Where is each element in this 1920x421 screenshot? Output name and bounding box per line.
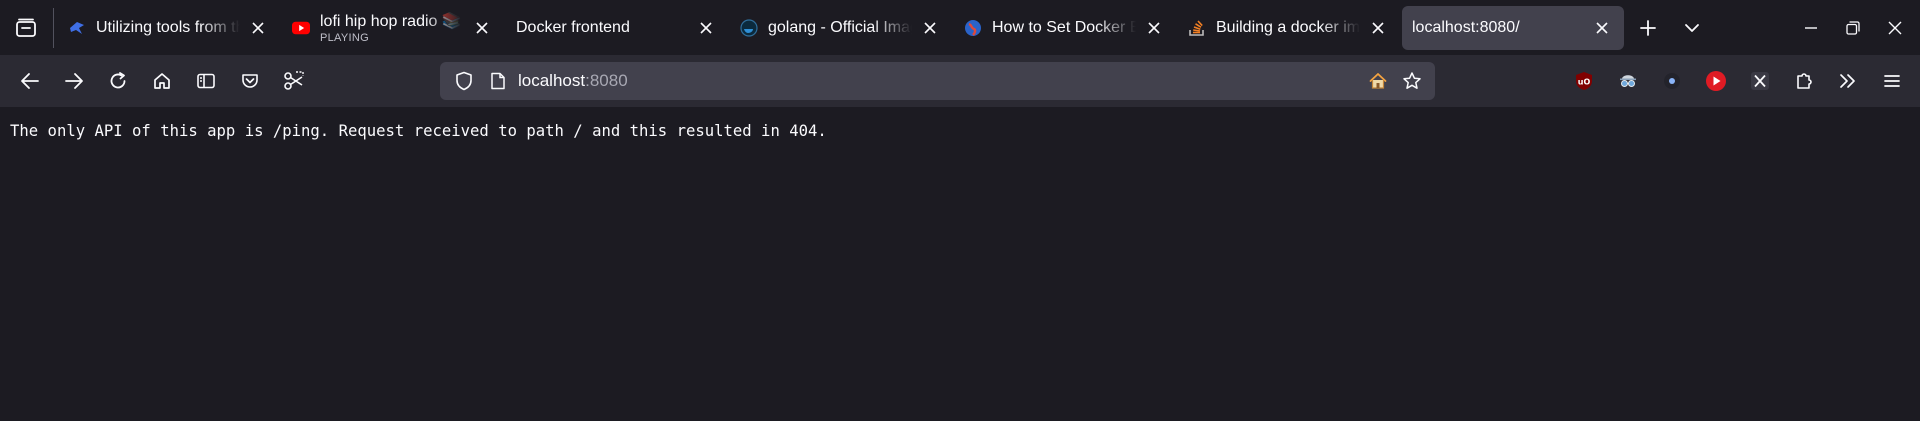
globe-favicon-icon (964, 19, 982, 37)
red-play-icon (1706, 71, 1726, 91)
close-icon (700, 21, 712, 34)
dot-icon (1664, 73, 1680, 89)
star-icon (1403, 72, 1421, 89)
close-icon (252, 21, 264, 34)
close-window-button[interactable] (1876, 8, 1914, 48)
video-player-extension-button[interactable] (1694, 61, 1738, 101)
pocket-button[interactable] (228, 61, 272, 101)
hamburger-menu-icon (1884, 75, 1900, 87)
ublock-origin-button[interactable]: uO (1562, 61, 1606, 101)
back-arrow-icon (21, 73, 39, 89)
tracking-protection-button[interactable] (444, 71, 484, 91)
tab-lofi-radio[interactable]: lofi hip hop radio 📚 - PLAYING (282, 6, 504, 50)
close-tab-button[interactable] (918, 16, 942, 40)
ublock-icon: uO (1576, 72, 1592, 90)
spy-glasses-icon (1620, 75, 1636, 87)
app-menu-button[interactable] (1870, 61, 1914, 101)
page-icon (491, 72, 505, 90)
url-text[interactable]: localhost:8080 (518, 71, 628, 91)
close-tab-button[interactable] (1590, 16, 1614, 40)
back-button[interactable] (8, 61, 52, 101)
shield-icon (456, 71, 472, 91)
home-colored-icon (1369, 73, 1387, 89)
window-controls (1788, 0, 1920, 55)
forward-arrow-icon (65, 73, 83, 89)
x-extension-button[interactable] (1738, 61, 1782, 101)
tab-golang-image[interactable]: golang - Official Image (730, 6, 952, 50)
url-port: :8080 (585, 71, 628, 90)
firefox-view-button[interactable] (1, 6, 51, 50)
scissors-icon (284, 71, 304, 90)
more-tools-button[interactable] (1826, 61, 1870, 101)
tab-docker-env[interactable]: How to Set Docker Env (954, 6, 1176, 50)
close-tab-button[interactable] (694, 16, 718, 40)
home-button[interactable] (140, 61, 184, 101)
bookmark-star-button[interactable] (1395, 71, 1429, 91)
tab-strip: Utilizing tools from the lofi hip hop ra… (0, 0, 1920, 55)
tab-title: localhost:8080/ (1412, 18, 1520, 36)
close-tab-button[interactable] (470, 16, 494, 40)
browser-window: Utilizing tools from the lofi hip hop ra… (0, 0, 1920, 421)
firefox-view-icon (16, 18, 36, 37)
close-icon (1372, 21, 1384, 34)
close-icon (1888, 21, 1902, 34)
minimize-button[interactable] (1792, 8, 1830, 48)
close-tab-button[interactable] (1366, 16, 1390, 40)
plus-icon (1640, 19, 1656, 36)
pocket-icon (242, 74, 258, 88)
sidebar-button[interactable] (184, 61, 228, 101)
close-icon (1596, 21, 1608, 34)
x-logo-icon (1751, 72, 1769, 90)
response-message: The only API of this app is /ping. Reque… (10, 122, 827, 140)
close-tab-button[interactable] (246, 16, 270, 40)
minimize-icon (1805, 26, 1817, 29)
url-host: localhost (518, 71, 586, 90)
tab-building-docker[interactable]: Building a docker image (1178, 6, 1400, 50)
close-icon (1148, 21, 1160, 34)
extensions-area: uO (1562, 55, 1920, 107)
stackoverflow-favicon-icon (1188, 19, 1206, 37)
list-all-tabs-button[interactable] (1670, 6, 1714, 50)
new-tab-button[interactable] (1626, 6, 1670, 50)
close-icon (476, 21, 488, 34)
restore-button[interactable] (1834, 8, 1872, 48)
tab-docker-frontend[interactable]: Docker frontend (506, 6, 728, 50)
reload-icon (110, 72, 126, 89)
extensions-button[interactable] (1782, 61, 1826, 101)
reload-button[interactable] (96, 61, 140, 101)
tab-separator (53, 7, 54, 48)
close-icon (924, 21, 936, 34)
tab-utilizing-tools[interactable]: Utilizing tools from the (58, 6, 280, 50)
bird-favicon-icon (68, 19, 86, 37)
sidebar-icon (197, 73, 215, 89)
docker-favicon-icon (740, 18, 758, 37)
chevron-down-icon (1685, 23, 1699, 32)
screenshot-button[interactable] (272, 61, 316, 101)
home-icon (154, 73, 170, 89)
tab-localhost[interactable]: localhost:8080/ (1402, 5, 1624, 50)
page-content: The only API of this app is /ping. Reque… (0, 107, 1920, 421)
svg-text:uO: uO (1578, 78, 1591, 87)
forward-button[interactable] (52, 61, 96, 101)
dot-extension-button[interactable] (1650, 61, 1694, 101)
navigation-toolbar: localhost:8080 uO (0, 55, 1920, 107)
url-bar[interactable]: localhost:8080 (440, 62, 1435, 100)
privacy-badger-button[interactable] (1606, 61, 1650, 101)
double-chevron-right-icon (1840, 74, 1855, 88)
puzzle-icon (1797, 73, 1812, 89)
youtube-favicon-icon (292, 19, 310, 37)
page-info-button[interactable] (484, 72, 512, 90)
close-tab-button[interactable] (1142, 16, 1166, 40)
restore-icon (1846, 20, 1860, 35)
set-home-button[interactable] (1361, 71, 1395, 91)
